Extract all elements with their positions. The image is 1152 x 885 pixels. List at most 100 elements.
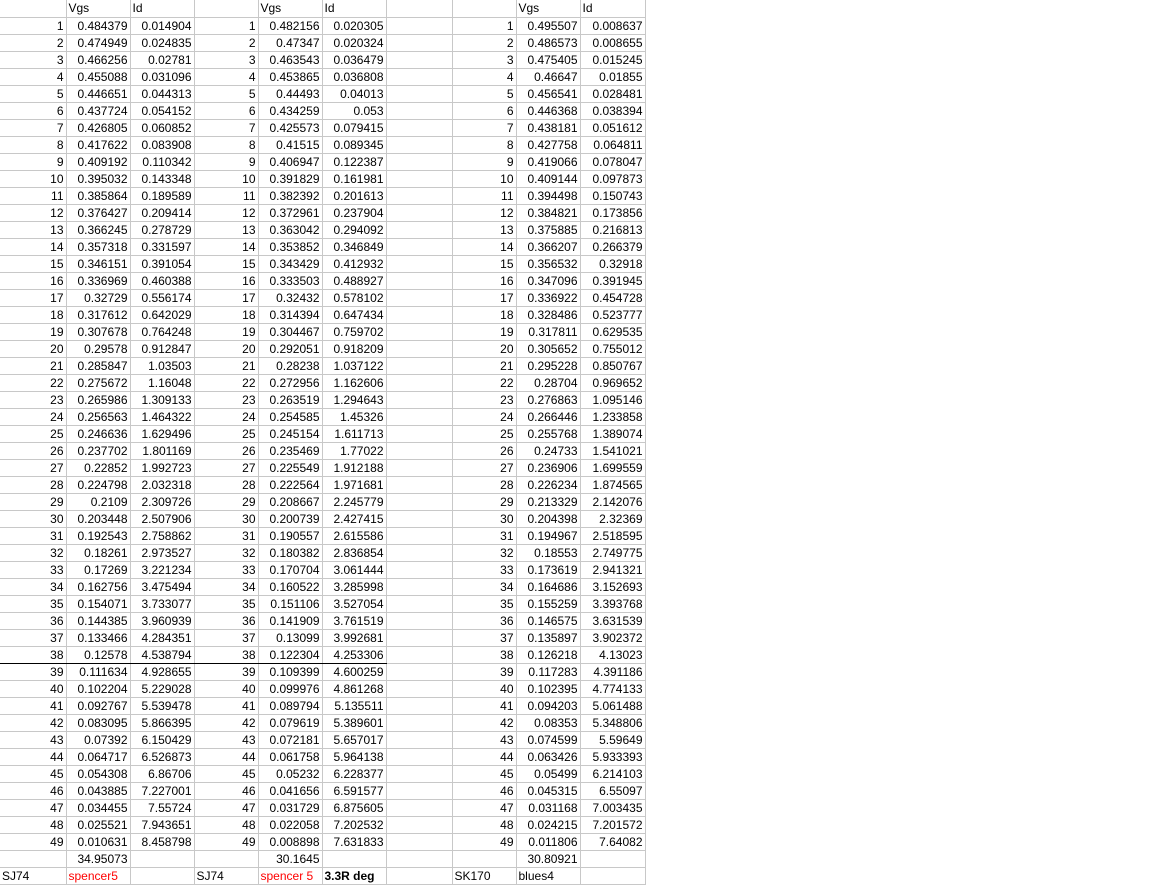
cell[interactable] [386,833,453,851]
id-cell[interactable]: 1.233858 [580,408,646,426]
id-cell[interactable]: 2.615586 [322,527,387,545]
vgs-cell[interactable]: 0.083095 [66,714,131,732]
id-cell[interactable]: 4.600259 [322,663,387,681]
row-index[interactable]: 4 [0,68,67,86]
vgs-cell[interactable]: 0.417622 [66,136,131,154]
id-cell[interactable]: 7.202532 [322,816,387,834]
row-index[interactable]: 23 [0,391,67,409]
row-index[interactable]: 34 [194,578,259,596]
vgs-cell[interactable]: 0.07392 [66,731,131,749]
row-index[interactable]: 12 [452,204,517,222]
cell[interactable] [386,85,453,103]
cell[interactable] [386,289,453,307]
id-cell[interactable]: 0.020324 [322,34,387,52]
row-index[interactable]: 40 [0,680,67,698]
cell[interactable] [386,34,453,52]
id-cell[interactable]: 0.488927 [322,272,387,290]
row-index[interactable]: 10 [452,170,517,188]
row-index[interactable]: 34 [452,578,517,596]
id-cell[interactable]: 1.971681 [322,476,387,494]
row-index[interactable]: 11 [452,187,517,205]
vgs-cell[interactable]: 0.437724 [66,102,131,120]
cell[interactable] [386,731,453,749]
id-cell[interactable]: 0.089345 [322,136,387,154]
name-label[interactable]: spencer 5 [258,867,323,885]
cell[interactable] [386,187,453,205]
id-cell[interactable]: 0.412932 [322,255,387,273]
row-index[interactable]: 16 [0,272,67,290]
vgs-cell[interactable]: 0.203448 [66,510,131,528]
vgs-cell[interactable]: 0.409192 [66,153,131,171]
cell[interactable] [386,17,453,35]
vgs-cell[interactable]: 0.155259 [516,595,581,613]
id-cell[interactable]: 7.55724 [130,799,195,817]
id-cell[interactable]: 4.774133 [580,680,646,698]
id-cell[interactable]: 1.874565 [580,476,646,494]
row-index[interactable]: 15 [452,255,517,273]
vgs-cell[interactable]: 0.008898 [258,833,323,851]
row-index[interactable]: 41 [194,697,259,715]
vgs-cell[interactable]: 0.484379 [66,17,131,35]
row-index[interactable]: 9 [194,153,259,171]
row-index[interactable]: 7 [452,119,517,137]
row-index[interactable]: 22 [452,374,517,392]
row-index[interactable]: 47 [452,799,517,817]
vgs-cell[interactable]: 0.314394 [258,306,323,324]
vgs-cell[interactable]: 0.425573 [258,119,323,137]
row-index[interactable]: 15 [0,255,67,273]
vgs-cell[interactable]: 0.434259 [258,102,323,120]
vgs-cell[interactable]: 0.254585 [258,408,323,426]
header-vgs[interactable]: Vgs [66,0,131,18]
vgs-cell[interactable]: 0.32432 [258,289,323,307]
id-cell[interactable]: 6.875605 [322,799,387,817]
vgs-cell[interactable]: 0.05232 [258,765,323,783]
row-index[interactable]: 21 [194,357,259,375]
vgs-cell[interactable]: 0.336922 [516,289,581,307]
id-cell[interactable]: 0.629535 [580,323,646,341]
id-cell[interactable]: 0.078047 [580,153,646,171]
vgs-cell[interactable]: 0.144385 [66,612,131,630]
vgs-cell[interactable]: 0.011806 [516,833,581,851]
row-index[interactable]: 32 [452,544,517,562]
cell[interactable] [386,357,453,375]
id-cell[interactable]: 2.941321 [580,561,646,579]
id-cell[interactable]: 1.45326 [322,408,387,426]
vgs-cell[interactable]: 0.08353 [516,714,581,732]
id-cell[interactable]: 0.391054 [130,255,195,273]
vgs-cell[interactable]: 0.072181 [258,731,323,749]
vgs-cell[interactable]: 0.031729 [258,799,323,817]
id-cell[interactable]: 0.122387 [322,153,387,171]
vgs-cell[interactable]: 0.126218 [516,646,581,664]
row-index[interactable]: 49 [0,833,67,851]
row-index[interactable]: 28 [0,476,67,494]
row-index[interactable]: 27 [452,459,517,477]
id-cell[interactable]: 0.556174 [130,289,195,307]
vgs-cell[interactable]: 0.222564 [258,476,323,494]
id-cell[interactable]: 0.054152 [130,102,195,120]
row-index[interactable]: 33 [194,561,259,579]
row-index[interactable]: 6 [452,102,517,120]
vgs-cell[interactable]: 0.305652 [516,340,581,358]
id-cell[interactable]: 2.245779 [322,493,387,511]
row-index[interactable]: 24 [0,408,67,426]
id-cell[interactable]: 5.539478 [130,697,195,715]
vgs-cell[interactable]: 0.453865 [258,68,323,86]
cell[interactable] [386,748,453,766]
row-index[interactable]: 26 [452,442,517,460]
row-index[interactable]: 49 [194,833,259,851]
row-index[interactable]: 42 [452,714,517,732]
vgs-cell[interactable]: 0.272956 [258,374,323,392]
id-cell[interactable]: 4.861268 [322,680,387,698]
vgs-cell[interactable]: 0.419066 [516,153,581,171]
name-label[interactable]: spencer5 [66,867,131,885]
vgs-cell[interactable]: 0.17269 [66,561,131,579]
id-cell[interactable]: 4.928655 [130,663,195,681]
id-cell[interactable]: 5.061488 [580,697,646,715]
id-cell[interactable]: 0.079415 [322,119,387,137]
row-index[interactable]: 38 [194,646,259,664]
vgs-cell[interactable]: 0.099976 [258,680,323,698]
device-label[interactable]: SJ74 [194,867,259,885]
vgs-cell[interactable]: 0.160522 [258,578,323,596]
id-cell[interactable]: 0.764248 [130,323,195,341]
cell[interactable] [580,850,646,868]
